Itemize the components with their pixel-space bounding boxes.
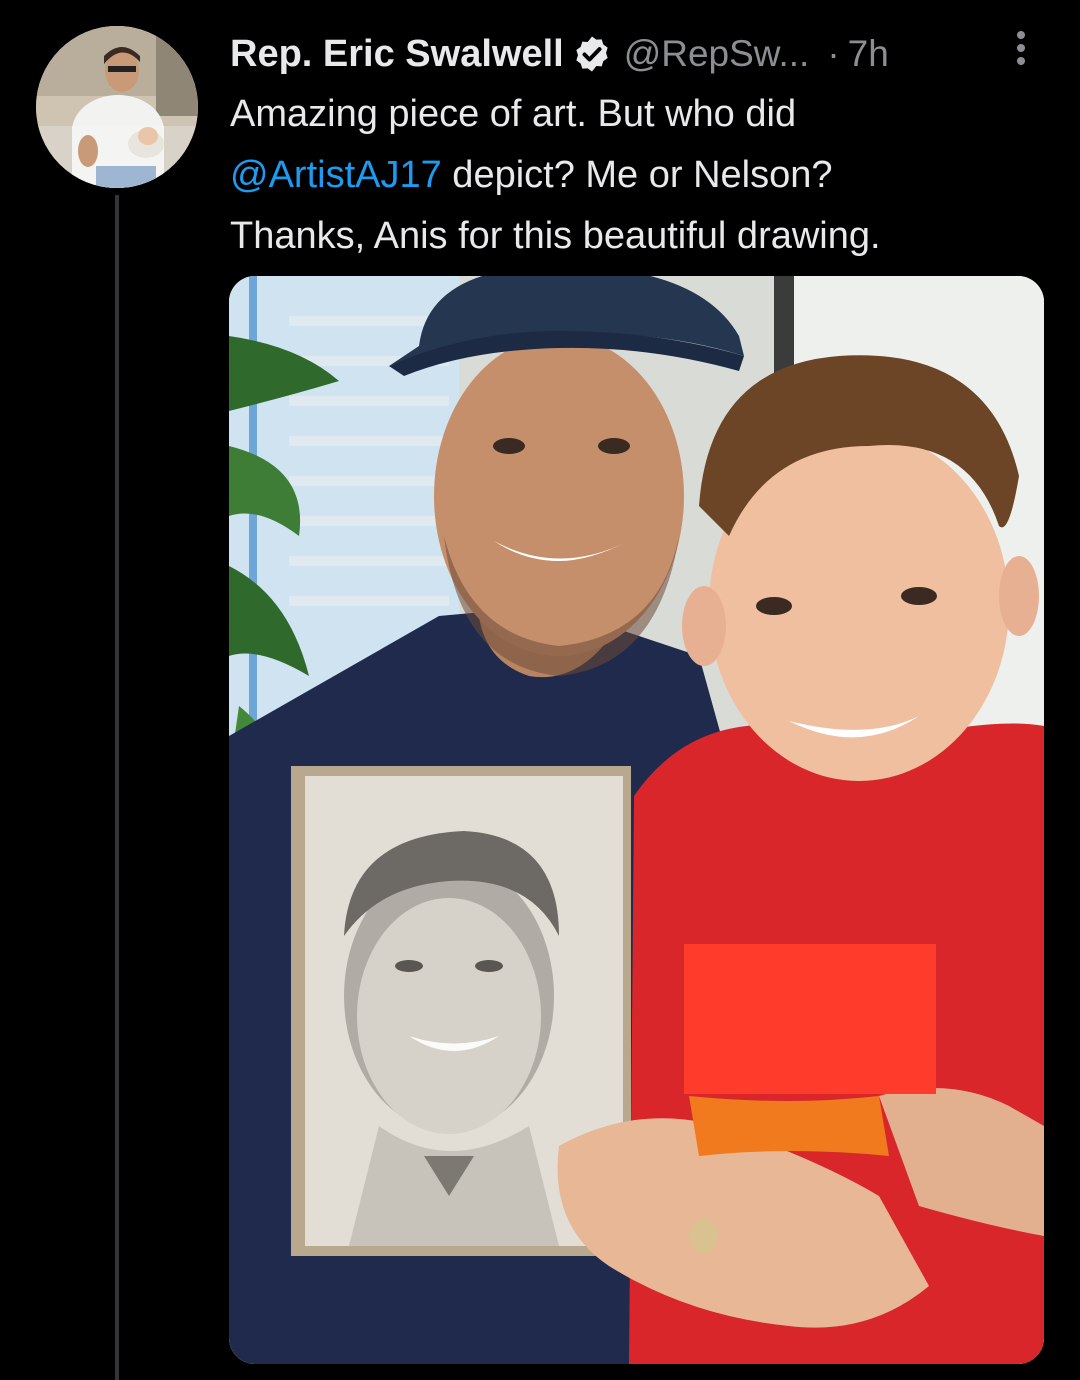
author-handle[interactable]: @RepSw... [624,33,810,75]
tweet-header: Rep. Eric Swalwell @RepSw... · 7h [230,24,1030,84]
tweet-photo[interactable] [229,276,1044,1364]
tweet-text-line-2: @ArtistAJ17 depict? Me or Nelson? [230,145,1050,206]
tweet-text-line-3: Thanks, Anis for this beautiful drawing. [230,215,881,257]
more-vertical-icon[interactable] [1014,28,1028,68]
tweet-timestamp[interactable]: 7h [848,33,889,75]
tweet-text-line-2-rest: depict? Me or Nelson? [441,154,833,196]
author-name[interactable]: Rep. Eric Swalwell [230,33,564,76]
tweet-text: Amazing piece of art. But who did @Artis… [230,84,1050,267]
artist-mention-link[interactable]: @ArtistAJ17 [230,154,442,196]
thread-line [115,195,119,1380]
separator-dot: · [827,33,840,74]
tweet-text-line-1: Amazing piece of art. But who did [230,93,797,135]
verified-badge-icon [572,34,612,74]
author-avatar[interactable] [36,26,198,188]
